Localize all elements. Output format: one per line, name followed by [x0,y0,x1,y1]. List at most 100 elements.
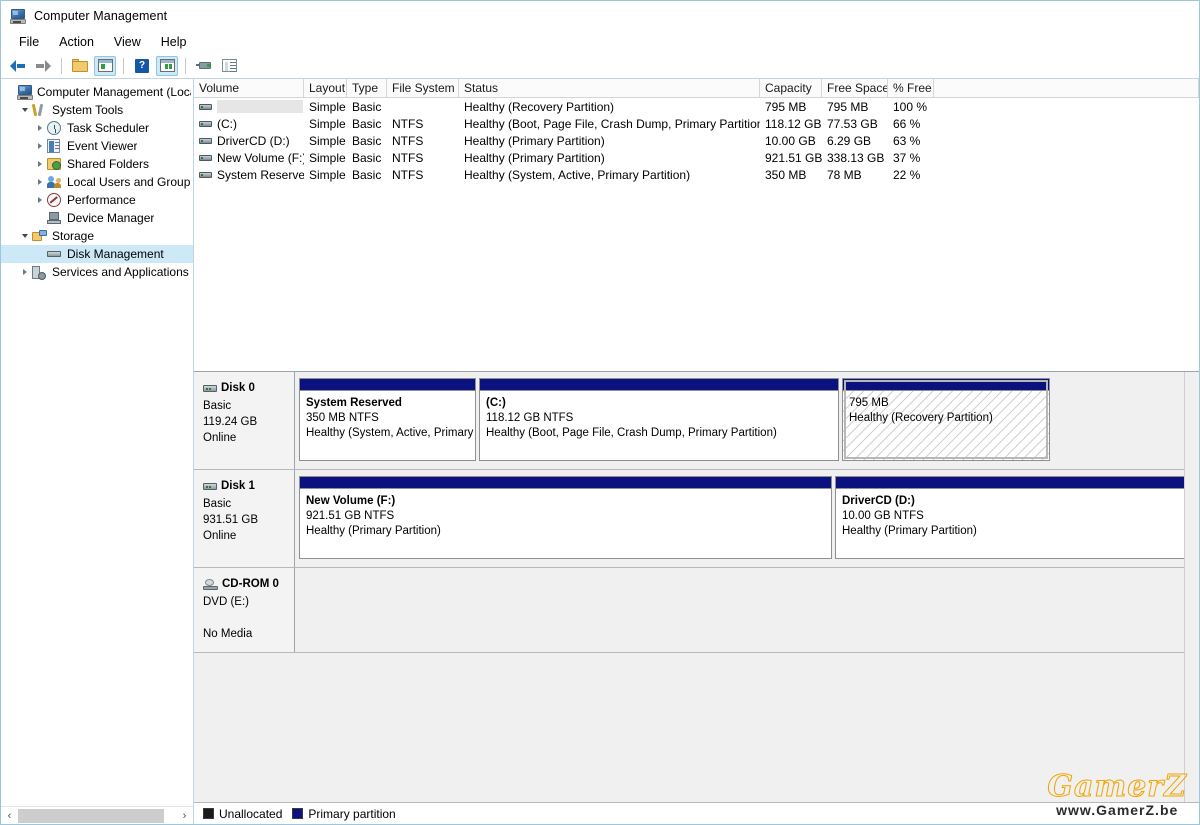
disk-name-row: Disk 1 [203,478,288,494]
tree-item-label: System Tools [52,103,124,117]
volume-status-cell: Healthy (System, Active, Primary Partiti… [464,167,691,182]
volume-row[interactable]: (C:) Simple Basic NTFS Healthy (Boot, Page F… [194,115,1199,132]
volume-row[interactable]: System Reserved Simple Basic NTFS Healthy (S… [194,166,1199,183]
partition-block[interactable]: (C:) 118.12 GB NTFS Healthy (Boot, Page Fi… [479,378,839,461]
volume-list-body[interactable]: Simple Basic Healthy (Recovery Partition) 7… [194,98,1199,371]
tree-item-label: Performance [67,193,136,207]
partition-name: System Reserved [306,397,402,409]
storage-icon [32,228,48,244]
chevron-down-icon[interactable] [18,227,32,245]
column-header-free-space[interactable]: Free Space [822,79,888,97]
volume-status-cell: Healthy (Primary Partition) [464,150,605,165]
up-one-level-button[interactable] [69,56,91,76]
disk-list[interactable]: Disk 0 Basic 119.24 GB Online System Reserve… [194,372,1184,802]
tree-item-device-manager[interactable]: Device Manager [1,209,193,227]
disk-view-vertical-scrollbar[interactable] [1184,372,1199,802]
chevron-down-icon[interactable] [18,101,32,119]
tree-item-event-viewer[interactable]: Event Viewer [1,137,193,155]
chevron-right-icon[interactable] [33,137,47,155]
tree-item-storage[interactable]: Storage [1,227,193,245]
disk-info-panel[interactable]: Disk 1 Basic 931.51 GB Online [194,470,295,567]
volume-type-cell: Basic [352,167,382,182]
tree-item-label: Storage [52,229,95,243]
volume-free-space-cell: 795 MB [827,99,869,114]
chevron-right-icon[interactable] [18,263,32,281]
legend-swatch [292,808,304,819]
services-icon [32,264,48,280]
partition-color-bar [300,379,475,391]
help-button[interactable]: ? [131,56,153,76]
tree-horizontal-scrollbar[interactable]: ‹ › [1,806,193,824]
column-header-free[interactable]: % Free [888,79,934,97]
forward-button[interactable] [32,56,54,76]
disk-info-panel[interactable]: Disk 0 Basic 119.24 GB Online [194,372,295,469]
menu-help[interactable]: Help [151,33,197,51]
partition-details: New Volume (F:) 921.51 GB NTFS Healthy (Pr… [300,489,831,558]
disk-name-label: Disk 1 [221,480,255,492]
console-tree[interactable]: Computer Management (Local System Tools Ta… [1,79,193,806]
tree-item-label: Disk Management [67,247,164,261]
chevron-right-icon[interactable] [33,119,47,137]
forward-arrow-icon [35,59,51,72]
disk-size-label: 931.51 GB [203,514,258,526]
volume-filesystem-cell: NTFS [392,150,424,165]
refresh-button[interactable] [193,56,215,76]
partition-block[interactable]: System Reserved 350 MB NTFS Healthy (Syste… [299,378,476,461]
volume-capacity-cell: 921.51 GB [765,150,822,165]
volume-row[interactable]: DriverCD (D:) Simple Basic NTFS Healthy (Pri… [194,132,1199,149]
partition-block[interactable]: 795 MB Healthy (Recovery Partition) [842,378,1050,461]
volume-free-space-cell: 78 MB [827,167,862,182]
column-header-type[interactable]: Type [347,79,387,97]
scroll-left-arrow-icon[interactable]: ‹ [1,807,18,825]
scroll-right-arrow-icon[interactable]: › [176,807,193,825]
disk-info-panel[interactable]: CD-ROM 0 DVD (E:) No Media [194,568,295,652]
console-tree-pane: Computer Management (Local System Tools Ta… [1,79,194,824]
properties-button[interactable] [218,56,240,76]
volume-row[interactable]: Simple Basic Healthy (Recovery Partition) 7… [194,98,1199,115]
menu-file[interactable]: File [9,33,49,51]
tree-item-shared-folders[interactable]: Shared Folders [1,155,193,173]
partition-name: (C:) [486,397,506,409]
show-hide-console-tree-button[interactable] [94,55,116,76]
volume-name-cell: New Volume (F:) [194,151,304,165]
toolbar-separator-3 [185,57,186,74]
column-header-file-system[interactable]: File System [387,79,459,97]
show-hide-action-pane-button[interactable] [156,55,178,76]
tree-scroll-thumb[interactable] [18,808,164,823]
chevron-right-icon[interactable] [33,155,47,173]
volume-row[interactable]: New Volume (F:) Simple Basic NTFS Healthy (P… [194,149,1199,166]
column-header-status[interactable]: Status [459,79,760,97]
tree-item-services-and-applications[interactable]: Services and Applications [1,263,193,281]
tree-item-label: Event Viewer [67,139,138,153]
volume-name-cell [194,100,304,113]
column-header-volume[interactable]: Volume [194,79,304,97]
volume-free-space-cell: 77.53 GB [827,116,878,131]
tree-item-label: Services and Applications [52,265,189,279]
tree-scroll-track[interactable] [18,808,176,823]
chevron-right-icon[interactable] [33,191,47,209]
tree-item-computer-management-local[interactable]: Computer Management (Local [1,83,193,101]
column-header-capacity[interactable]: Capacity [760,79,822,97]
volume-capacity-cell: 10.00 GB [765,133,816,148]
tree-item-task-scheduler[interactable]: Task Scheduler [1,119,193,137]
column-header-layout[interactable]: Layout [304,79,347,97]
performance-icon [47,192,63,208]
partition-block[interactable]: DriverCD (D:) 10.00 GB NTFS Healthy (Prima… [835,476,1184,559]
partition-block[interactable]: New Volume (F:) 921.51 GB NTFS Healthy (Pr… [299,476,832,559]
disk-size-label: 119.24 GB [203,416,258,428]
toolbar-separator-2 [123,57,124,74]
volume-list-header[interactable]: Volume Layout Type File System Status Capacit… [194,79,1199,98]
partition-status: Healthy (Primary Partition) [842,525,977,537]
volume-layout-cell: Simple [309,116,346,131]
menu-action[interactable]: Action [49,33,104,51]
menu-view[interactable]: View [104,33,151,51]
tree-item-local-users-and-groups[interactable]: Local Users and Groups [1,173,193,191]
chevron-right-icon[interactable] [33,173,47,191]
window-title: Computer Management [34,9,168,23]
volume-name-label [217,100,303,113]
tree-item-performance[interactable]: Performance [1,191,193,209]
back-button[interactable] [7,56,29,76]
tree-item-system-tools[interactable]: System Tools [1,101,193,119]
tree-item-disk-management[interactable]: Disk Management [1,245,193,263]
